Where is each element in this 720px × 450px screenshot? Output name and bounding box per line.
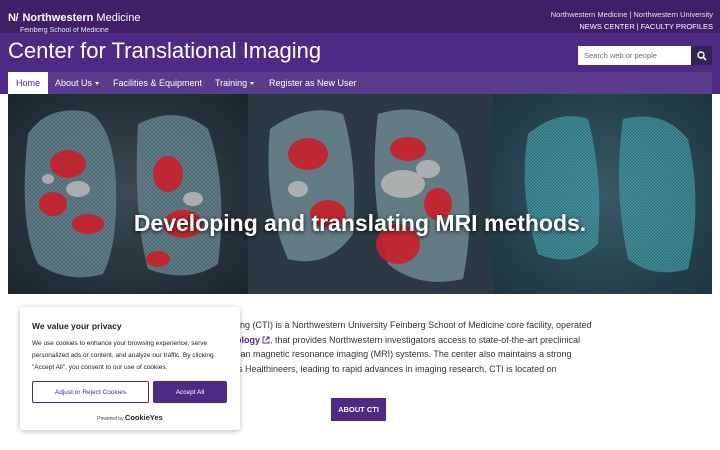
hero-banner: Developing and translating MRI methods. — [8, 94, 712, 294]
separator: | — [629, 10, 632, 19]
separator: | — [636, 22, 639, 31]
link-northwestern-university[interactable]: Northwestern University — [633, 10, 713, 19]
cookieyes-logo: CookieYes — [124, 413, 163, 422]
intro-paragraph: aging (CTI) is a Northwestern University… — [228, 318, 608, 391]
nav-item-training[interactable]: Training — [207, 72, 262, 94]
logo-name-main: Northwestern — [22, 12, 94, 24]
nav-item-home[interactable]: Home — [8, 72, 49, 94]
hero-lung-mri-image — [8, 94, 712, 294]
intro-line-4: ens Healthineers, leading to rapid advan… — [228, 363, 557, 374]
logo-name: Northwestern Medicine — [22, 12, 140, 24]
utility-links: Northwestern Medicine | Northwestern Unive… — [551, 9, 713, 33]
cookie-title: We value your privacy — [32, 321, 122, 331]
site-header: N/ Northwestern Medicine Feinberg School… — [0, 0, 720, 94]
cookie-description: We use cookies to enhance your browsing … — [32, 340, 214, 371]
utility-links-row-2: NEWS CENTER | FACULTY PROFILES — [551, 21, 713, 33]
nav-item-label: Facilities & Equipment — [113, 78, 203, 88]
logo-mark: N/ — [8, 12, 19, 24]
powered-by-cookieyes[interactable]: Powered by CookieYes — [20, 413, 240, 422]
external-link-icon — [262, 336, 270, 344]
adjust-reject-cookies-button[interactable]: Adjust or Reject Cookies — [32, 381, 149, 403]
powered-by-label: Powered by — [97, 416, 124, 422]
link-faculty-profiles[interactable]: FACULTY PROFILES — [641, 22, 713, 31]
site-title[interactable]: Center for Translational Imaging — [8, 38, 321, 64]
nav-item-facilities-equipment[interactable]: Facilities & Equipment — [105, 72, 210, 94]
hero-heading: Developing and translating MRI methods. — [133, 210, 587, 236]
northwestern-medicine-logo[interactable]: N/ Northwestern Medicine Feinberg School… — [8, 8, 140, 34]
logo-subtitle: Feinberg School of Medicine — [20, 27, 109, 34]
cookie-consent-banner: We value your privacy We use cookies to … — [20, 307, 240, 430]
nav-item-label: Register as New User — [269, 78, 357, 88]
caret-down-icon — [250, 82, 255, 86]
nav-item-about-us[interactable]: About Us — [47, 72, 107, 94]
nav-item-label: Home — [16, 78, 41, 88]
intro-line-2: , that provides Northwestern investigato… — [270, 334, 581, 345]
utility-links-row-1: Northwestern Medicine | Northwestern Unive… — [551, 9, 713, 21]
search-form — [578, 46, 712, 65]
main-nav: Home About Us Facilities & Equipment Tra… — [8, 72, 712, 94]
nav-item-register[interactable]: Register as New User — [261, 72, 365, 94]
search-icon — [696, 50, 707, 61]
intro-line-1: aging (CTI) is a Northwestern University… — [228, 320, 592, 330]
search-button[interactable] — [691, 46, 712, 65]
accept-all-button[interactable]: Accept All — [153, 381, 227, 403]
intro-line-3: uman magnetic resonance imaging (MRI) sy… — [228, 349, 572, 359]
logo-name-light: Medicine — [96, 12, 141, 24]
nav-item-label: Training — [215, 78, 248, 88]
about-cti-button[interactable]: ABOUT CTI — [331, 398, 386, 421]
link-northwestern-medicine[interactable]: Northwestern Medicine — [551, 10, 628, 19]
link-news-center[interactable]: NEWS CENTER — [579, 22, 634, 31]
caret-down-icon — [95, 82, 100, 86]
nav-item-label: About Us — [55, 78, 93, 88]
search-input[interactable] — [578, 46, 691, 65]
